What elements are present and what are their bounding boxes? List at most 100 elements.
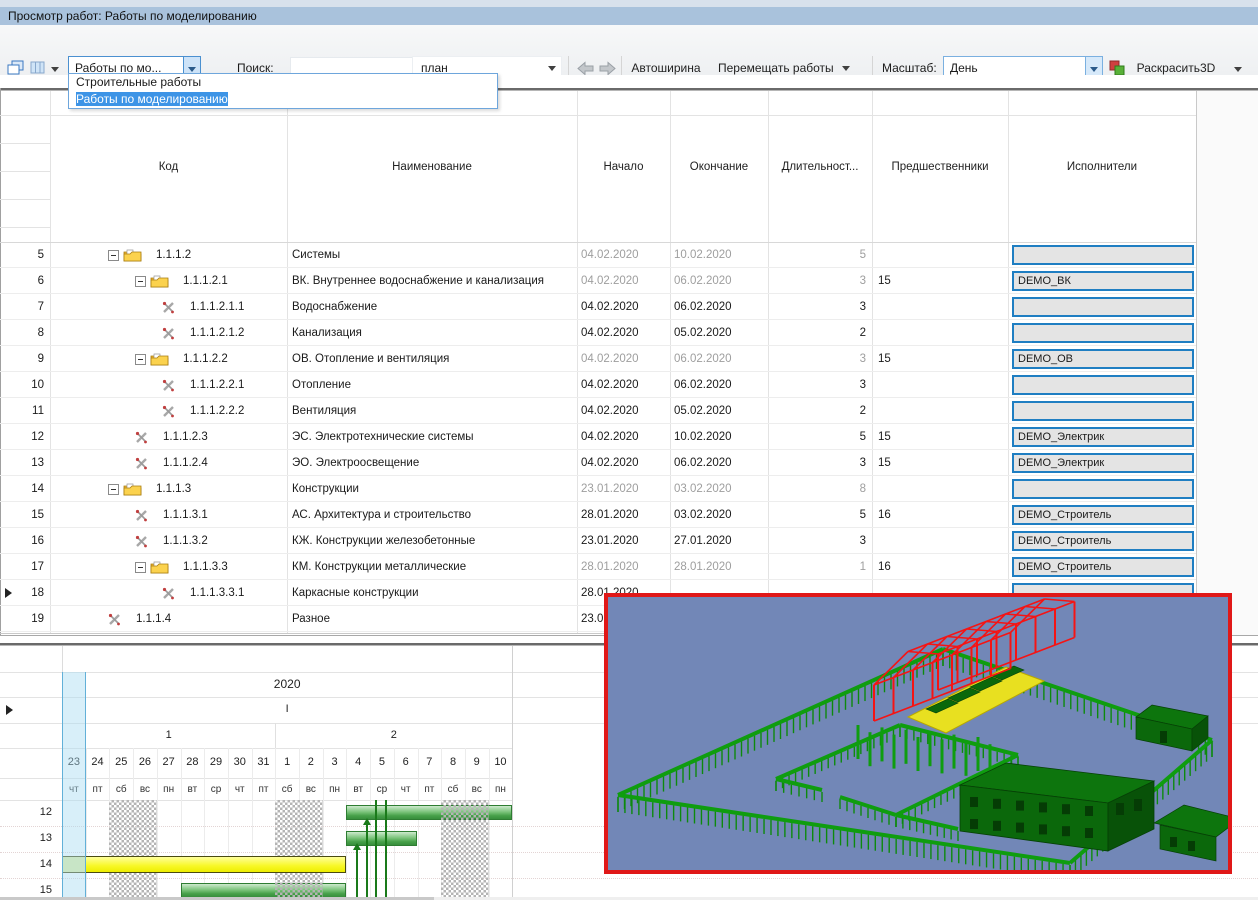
folder-icon [150,560,169,578]
row-number: 18 [2,580,44,606]
dropdown-item-modeling-works[interactable]: Работы по моделированию [69,91,497,108]
column-header-3[interactable]: Начало [577,91,670,242]
table-row[interactable]: 171.1.1.3.3КМ. Конструкции металлические… [0,554,1196,580]
table-row[interactable]: 61.1.1.2.1ВК. Внутреннее водоснабжение и… [0,268,1196,294]
gantt-day-number: 25 [109,756,133,768]
task-code: 1.1.1.2 [156,242,191,268]
table-row[interactable]: 101.1.1.2.2.1Отопление04.02.202006.02.20… [0,372,1196,398]
task-executor-field[interactable]: DEMO_Электрик [1012,453,1194,473]
row-number: 7 [2,294,44,320]
table-row[interactable]: 161.1.1.3.2КЖ. Конструкции железобетонны… [0,528,1196,554]
collapse-icon[interactable] [135,354,146,365]
gantt-today-column [62,672,86,897]
collapse-icon[interactable] [108,250,119,261]
task-icon [162,405,175,421]
task-end-date: 05.02.2020 [674,398,732,424]
task-executor-field[interactable]: DEMO_ВК [1012,271,1194,291]
task-executor-field[interactable] [1012,401,1194,421]
collapse-icon[interactable] [108,484,119,495]
viewport-3d[interactable] [604,593,1232,874]
column-header-4[interactable]: Окончание [670,91,768,242]
column-header-5[interactable]: Длительност... [768,91,872,242]
task-icon [162,379,175,395]
column-header-6[interactable]: Предшественники [872,91,1008,242]
task-duration: 3 [768,450,866,476]
task-duration: 5 [768,242,866,268]
table-row[interactable]: 71.1.1.2.1.1Водоснабжение04.02.202006.02… [0,294,1196,320]
table-row[interactable]: 121.1.1.2.3ЭС. Электротехнические систем… [0,424,1196,450]
task-executor-field[interactable] [1012,375,1194,395]
gantt-row-number: 15 [8,884,52,896]
task-code: 1.1.1.2.2 [183,346,228,372]
gantt-weekday-label: вт [346,784,370,795]
view-selector-dropdown-list: Строительные работы Работы по моделирова… [68,73,498,109]
gantt-day-gridline [204,748,205,897]
task-executor-field[interactable] [1012,323,1194,343]
task-end-date: 10.02.2020 [674,242,732,268]
task-executor-field[interactable] [1012,245,1194,265]
table-row[interactable]: 81.1.1.2.1.2Канализация04.02.202005.02.2… [0,320,1196,346]
table-right-border [1196,91,1197,633]
gantt-day-number: 30 [228,756,252,768]
row-number: 5 [2,242,44,268]
task-code: 1.1.1.2.4 [163,450,208,476]
task-duration: 3 [768,294,866,320]
table-row[interactable]: 111.1.1.2.2.2Вентиляция04.02.202005.02.2… [0,398,1196,424]
task-duration: 3 [768,528,866,554]
task-executor-field[interactable]: DEMO_ОВ [1012,349,1194,369]
task-icon [162,327,175,343]
column-header-7[interactable]: Исполнители [1008,91,1196,242]
task-name: АС. Архитектура и строительство [292,502,574,528]
task-start-date: 23.01.2020 [581,476,639,502]
folder-icon [123,248,142,266]
gantt-bar-summary-14[interactable] [62,856,346,873]
task-name: ОВ. Отопление и вентиляция [292,346,574,372]
task-name: Конструкции [292,476,574,502]
table-gutter-line [0,199,50,200]
row-number: 12 [2,424,44,450]
task-name: Разное [292,606,574,632]
task-end-date: 06.02.2020 [674,450,732,476]
gantt-day-number: 10 [489,756,513,768]
gantt-month-label: 2 [275,729,512,741]
table-row[interactable]: 141.1.1.3Конструкции23.01.202003.02.2020… [0,476,1196,502]
table-row[interactable]: 91.1.1.2.2ОВ. Отопление и вентиляция04.0… [0,346,1196,372]
task-name: Канализация [292,320,574,346]
task-executor-field[interactable] [1012,479,1194,499]
task-name: Системы [292,242,574,268]
table-row[interactable]: 51.1.1.2Системы04.02.202010.02.20205 [0,242,1196,268]
table-row[interactable]: 131.1.1.2.4ЭО. Электроосвещение04.02.202… [0,450,1196,476]
task-icon [135,535,148,551]
gantt-weekday-label: пн [157,784,181,795]
gantt-weekday-label: пт [418,784,442,795]
task-executor-field[interactable]: DEMO_Строитель [1012,557,1194,577]
task-code: 1.1.1.2.1 [183,268,228,294]
row-number: 14 [2,476,44,502]
gantt-weekday-label: сб [441,784,465,795]
task-name: Водоснабжение [292,294,574,320]
task-code: 1.1.1.3.2 [163,528,208,554]
gantt-weekday-label: пт [252,784,276,795]
task-end-date: 06.02.2020 [674,372,732,398]
collapse-icon[interactable] [135,562,146,573]
task-executor-field[interactable]: DEMO_Строитель [1012,531,1194,551]
task-start-date: 04.02.2020 [581,424,639,450]
task-executor-field[interactable] [1012,297,1194,317]
task-icon [135,509,148,525]
gantt-day-number: 28 [181,756,205,768]
task-name: Вентиляция [292,398,574,424]
task-executor-field[interactable]: DEMO_Строитель [1012,505,1194,525]
task-end-date: 27.01.2020 [674,528,732,554]
task-end-date: 03.02.2020 [674,476,732,502]
task-executor-field[interactable]: DEMO_Электрик [1012,427,1194,447]
collapse-icon[interactable] [135,276,146,287]
row-number: 15 [2,502,44,528]
column-header-2[interactable]: Наименование [287,91,577,242]
task-name: ЭО. Электроосвещение [292,450,574,476]
gantt-weekend-shading [441,800,488,897]
gantt-row-number: 14 [8,858,52,870]
dropdown-item-construction-works[interactable]: Строительные работы [69,74,497,91]
table-row[interactable]: 151.1.1.3.1АС. Архитектура и строительст… [0,502,1196,528]
task-icon [108,613,121,629]
column-header-1[interactable]: Код [50,91,287,242]
